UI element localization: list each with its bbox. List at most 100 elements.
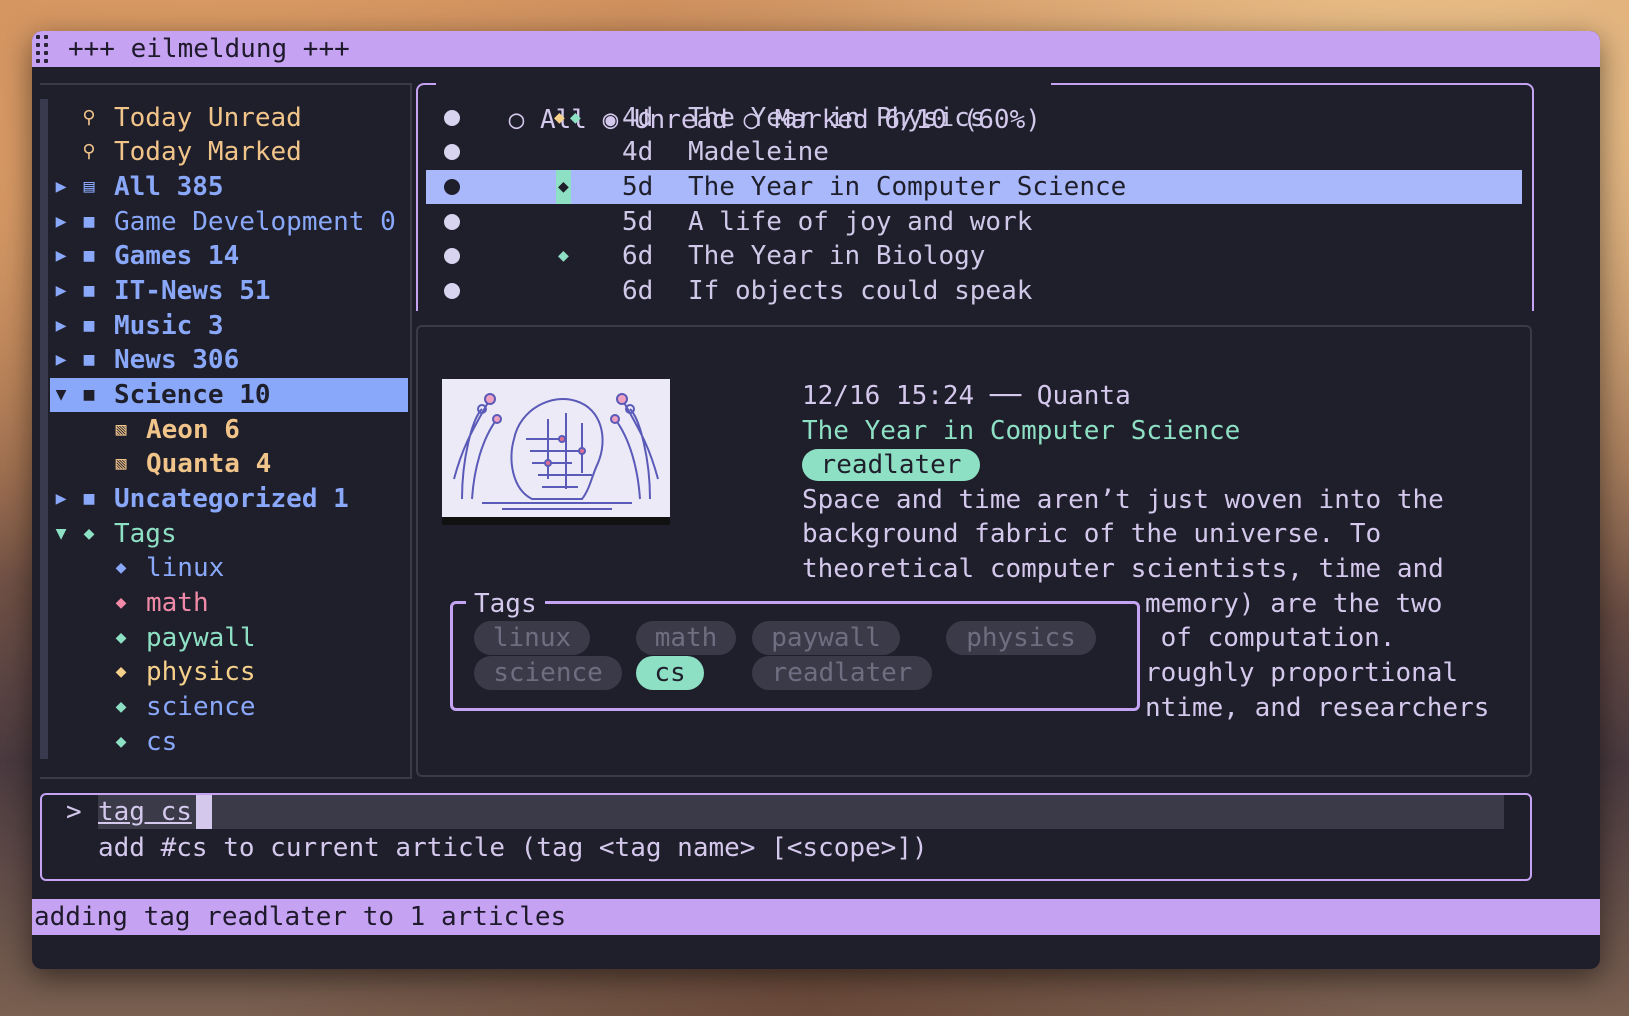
app-window: +++ eilmeldung +++ ⚲ Today Unread ⚲ Toda…	[32, 31, 1600, 969]
article-title: The Year in Computer Science	[688, 172, 1127, 202]
unread-dot-icon	[444, 283, 460, 299]
tag-chip-science[interactable]: science	[474, 656, 622, 690]
sidebar-item-tag-paywall[interactable]: ◆ paywall	[50, 621, 408, 655]
sidebar-item-label: science	[146, 692, 256, 722]
article-body-line: Space and time aren’t just woven into th…	[802, 485, 1444, 515]
tags-icon: ◆	[83, 523, 95, 544]
sidebar-item-it-news[interactable]: ▶ ■ IT-News 51	[50, 274, 408, 308]
sidebar-item-aeon[interactable]: ▧ Aeon 6	[50, 413, 408, 447]
status-bar: adding tag readlater to 1 articles	[32, 899, 1600, 935]
sidebar-item-tag-science[interactable]: ◆ science	[50, 690, 408, 724]
text-cursor	[196, 795, 212, 829]
window-title: +++ eilmeldung +++	[68, 34, 350, 64]
unread-dot-icon	[444, 214, 460, 230]
article-body-line: theoretical computer scientists, time an…	[802, 554, 1444, 584]
sidebar-item-label: linux	[146, 553, 225, 583]
article-thumbnail	[442, 379, 670, 525]
article-body-line: ntime, and researchers	[1145, 693, 1490, 723]
sidebar-item-label: Games 14	[114, 241, 240, 271]
expand-icon[interactable]: ▶	[50, 343, 72, 377]
article-detail-title: The Year in Computer Science	[802, 416, 1241, 446]
rss-icon: ▧	[115, 453, 127, 474]
expand-icon[interactable]: ▶	[50, 239, 72, 273]
tag-chip-linux[interactable]: linux	[474, 621, 590, 655]
article-row[interactable]: 6d If objects could speak	[426, 274, 1522, 308]
sidebar-item-label: math	[146, 588, 209, 618]
expand-icon[interactable]: ▶	[50, 205, 72, 239]
folder-icon: ■	[83, 315, 95, 336]
tag-chip-readlater[interactable]: readlater	[752, 656, 932, 690]
article-body-line: of computation.	[1145, 623, 1396, 653]
tag-icon: ◆	[558, 245, 569, 266]
title-bar: +++ eilmeldung +++	[32, 31, 1600, 67]
expand-icon[interactable]: ▶	[50, 170, 72, 204]
command-help: add #cs to current article (tag <tag nam…	[98, 833, 928, 863]
article-row[interactable]: 4d Madeleine	[426, 135, 1522, 169]
unread-dot-icon	[444, 248, 460, 264]
tag-icon: ◆	[115, 731, 127, 752]
sidebar-item-label: physics	[146, 657, 256, 687]
sidebar-item-tag-linux[interactable]: ◆ linux	[50, 551, 408, 585]
sidebar-item-quanta[interactable]: ▧ Quanta 4	[50, 447, 408, 481]
sidebar-item-news[interactable]: ▶ ■ News 306	[50, 343, 408, 377]
expand-icon[interactable]: ▶	[50, 482, 72, 516]
sidebar-item-tag-cs[interactable]: ◆ cs	[50, 725, 408, 759]
sidebar-item-tag-physics[interactable]: ◆ physics	[50, 655, 408, 689]
sidebar-item-science[interactable]: ▼ ■ Science 10	[50, 378, 408, 412]
sidebar-item-label: Aeon 6	[146, 415, 240, 445]
tag-chip-math[interactable]: math	[636, 621, 736, 655]
article-row[interactable]: ◆ ◆ 4d The Year in Physics	[426, 101, 1522, 135]
all-feeds-icon: ▤	[83, 176, 95, 197]
article-row[interactable]: ◆ 6d The Year in Biology	[426, 239, 1522, 273]
rss-icon: ▧	[115, 419, 127, 440]
article-age: 4d	[622, 137, 654, 167]
sidebar-item-today-marked[interactable]: ⚲ Today Marked	[50, 135, 408, 169]
article-body-line: memory) are the two	[1145, 589, 1443, 619]
article-age: 6d	[622, 276, 654, 306]
sidebar-item-uncategorized[interactable]: ▶ ■ Uncategorized 1	[50, 482, 408, 516]
command-input[interactable]	[98, 795, 1504, 829]
article-row-selected[interactable]: ◆ 5d The Year in Computer Science	[426, 170, 1522, 204]
sidebar-item-today-unread[interactable]: ⚲ Today Unread	[50, 101, 408, 135]
article-title: A life of joy and work	[688, 207, 1033, 237]
sidebar-item-all[interactable]: ▶ ▤ All 385	[50, 170, 408, 204]
sidebar-item-tag-math[interactable]: ◆ math	[50, 586, 408, 620]
search-icon: ⚲	[82, 107, 96, 128]
sidebar-item-label: Tags	[114, 519, 177, 549]
tag-icon: ◆	[115, 661, 127, 682]
folder-icon: ■	[83, 245, 95, 266]
article-age: 5d	[622, 207, 654, 237]
command-input-text[interactable]: tag cs	[98, 795, 192, 829]
article-title: The Year in Physics	[688, 103, 986, 133]
tag-icon: ◆	[115, 696, 127, 717]
sidebar-scrollbar[interactable]	[40, 99, 48, 759]
tag-icon: ◆	[115, 627, 127, 648]
sidebar-item-label: Uncategorized 1	[114, 484, 349, 514]
status-message: adding tag readlater to 1 articles	[34, 902, 567, 932]
article-age: 6d	[622, 241, 654, 271]
tag-chip-cs[interactable]: cs	[636, 656, 704, 690]
article-row[interactable]: 5d A life of joy and work	[426, 205, 1522, 239]
sidebar-item-music[interactable]: ▶ ■ Music 3	[50, 309, 408, 343]
sidebar-item-games[interactable]: ▶ ■ Games 14	[50, 239, 408, 273]
collapse-icon[interactable]: ▼	[50, 517, 72, 551]
folder-icon: ■	[83, 349, 95, 370]
article-tag-badge[interactable]: readlater	[802, 449, 980, 481]
tag-chip-physics[interactable]: physics	[946, 621, 1096, 655]
article-age: 4d	[622, 103, 654, 133]
unread-dot-icon	[444, 144, 460, 160]
sidebar-item-label: paywall	[146, 623, 256, 653]
filter-bar: ○ All ◉ Unread ○ Marked 6/10 (60%)	[436, 69, 1051, 135]
sidebar-item-label: Music 3	[114, 311, 224, 341]
tag-icon: ◆	[115, 557, 127, 578]
collapse-icon[interactable]: ▼	[50, 378, 72, 412]
sidebar-item-tags[interactable]: ▼ ◆ Tags	[50, 517, 408, 551]
expand-icon[interactable]: ▶	[50, 274, 72, 308]
expand-icon[interactable]: ▶	[50, 309, 72, 343]
sidebar-item-label: cs	[146, 727, 178, 757]
sidebar-item-game-development[interactable]: ▶ ■ Game Development 0	[50, 205, 408, 239]
article-title: The Year in Biology	[688, 241, 986, 271]
grip-icon[interactable]	[36, 35, 50, 63]
tag-chip-paywall[interactable]: paywall	[752, 621, 900, 655]
sidebar-item-label: Science 10	[114, 380, 271, 410]
